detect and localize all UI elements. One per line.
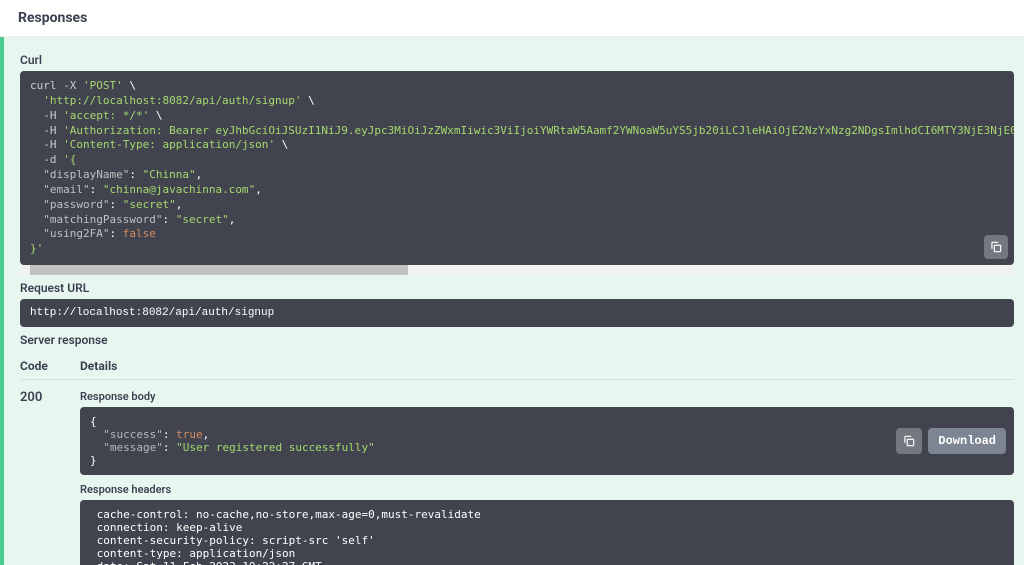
swagger-response-panel: Responses Curl curl -X 'POST' \ 'http://… (0, 0, 1024, 565)
response-row: 200 Response body { "success": true, "me… (20, 380, 1014, 565)
curl-horizontal-scrollbar[interactable] (20, 265, 1014, 275)
response-headers-label: Response headers (80, 483, 1014, 500)
response-body-pre[interactable]: { "success": true, "message": "User regi… (80, 407, 1014, 475)
response-content: Curl curl -X 'POST' \ 'http://localhost:… (0, 37, 1024, 565)
response-body-label: Response body (80, 390, 1014, 407)
response-body-actions: Download (896, 428, 1006, 454)
status-code: 200 (20, 390, 80, 565)
response-table-head: Code Details (20, 351, 1014, 380)
curl-pre[interactable]: curl -X 'POST' \ 'http://localhost:8082/… (20, 71, 1014, 265)
request-url-block: http://localhost:8082/api/auth/signup (20, 299, 1014, 327)
curl-block: curl -X 'POST' \ 'http://localhost:8082/… (20, 71, 1014, 265)
download-button[interactable]: Download (928, 428, 1006, 454)
response-headers-pre[interactable]: cache-control: no-cache,no-store,max-age… (80, 500, 1014, 565)
request-url-text[interactable]: http://localhost:8082/api/auth/signup (30, 307, 274, 319)
col-details-header: Details (80, 359, 1014, 373)
curl-label: Curl (20, 47, 1024, 71)
response-table: Code Details 200 Response body { "succes… (20, 351, 1014, 565)
copy-curl-icon[interactable] (984, 235, 1008, 259)
col-code-header: Code (20, 359, 80, 373)
responses-title: Responses (18, 10, 87, 26)
server-response-label: Server response (20, 327, 1024, 351)
scrollbar-thumb[interactable] (30, 265, 408, 275)
request-url-label: Request URL (20, 275, 1024, 299)
response-body-block: { "success": true, "message": "User regi… (80, 407, 1014, 475)
copy-response-icon[interactable] (896, 428, 922, 454)
details-cell: Response body { "success": true, "messag… (80, 390, 1014, 565)
responses-header: Responses (0, 0, 1024, 37)
response-headers-block: cache-control: no-cache,no-store,max-age… (80, 500, 1014, 565)
